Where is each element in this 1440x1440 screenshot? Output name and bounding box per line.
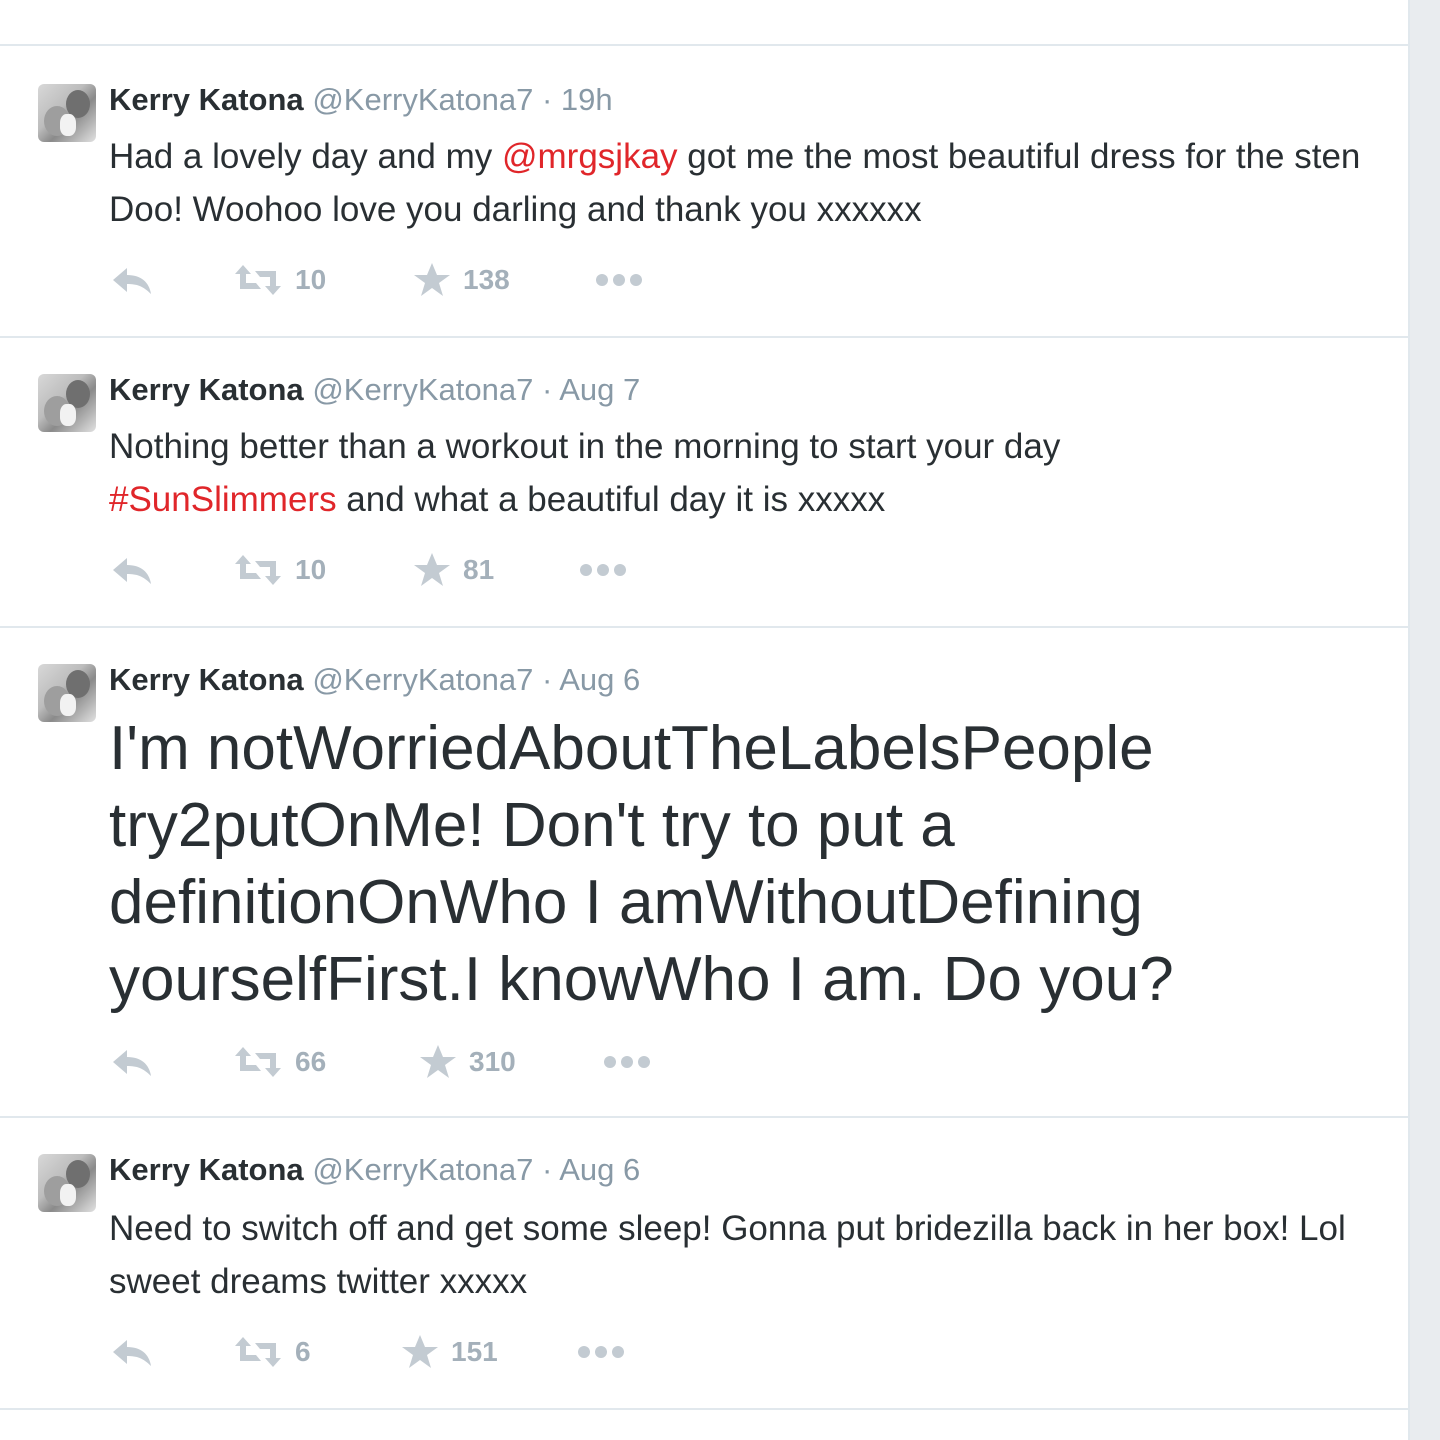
tweet-text: I'm notWorriedAboutTheLabelsPeople try2p… xyxy=(109,714,1174,1014)
tweet-header: Kerry Katona @KerryKatona7 · Aug 6 xyxy=(109,660,640,700)
retweet-count: 66 xyxy=(295,1046,327,1077)
reply-button[interactable] xyxy=(111,1332,153,1372)
tweet-actions: 66 310 xyxy=(109,1042,809,1082)
reply-arrow-icon xyxy=(113,1340,151,1366)
more-button[interactable] xyxy=(579,550,627,590)
timestamp[interactable]: 19h xyxy=(561,82,613,117)
avatar[interactable] xyxy=(38,84,96,142)
mention-link[interactable]: @mrgsjkay xyxy=(502,137,678,176)
tweet-text: Need to switch off and get some sleep! G… xyxy=(109,1209,1346,1301)
retweet-button[interactable]: 10 xyxy=(233,550,326,590)
favorite-count: 138 xyxy=(463,264,510,295)
more-dots-icon xyxy=(580,564,626,576)
retweet-button[interactable]: 6 xyxy=(233,1332,311,1372)
favorite-count: 81 xyxy=(463,554,495,585)
tweet-item[interactable]: Kerry Katona @KerryKatona7 · Aug 6 I'm n… xyxy=(0,628,1408,1118)
reply-arrow-icon xyxy=(113,1050,151,1076)
author-handle[interactable]: @KerryKatona7 xyxy=(312,1152,533,1187)
star-icon xyxy=(402,1335,438,1368)
avatar[interactable] xyxy=(38,1154,96,1212)
reply-button[interactable] xyxy=(111,550,153,590)
tweet-text: Nothing better than a workout in the mor… xyxy=(109,420,1379,526)
retweet-count: 6 xyxy=(295,1336,311,1367)
author-name[interactable]: Kerry Katona xyxy=(109,372,304,407)
hashtag-link[interactable]: #SunSlimmers xyxy=(109,480,337,519)
tweet-text: Had a lovely day and my @mrgsjkay got me… xyxy=(109,130,1379,236)
favorite-button[interactable]: 138 xyxy=(413,260,510,300)
more-dots-icon xyxy=(596,274,642,286)
favorite-button[interactable]: 81 xyxy=(413,550,494,590)
retweet-button[interactable]: 10 xyxy=(233,260,326,300)
tweet-timeline: Kerry Katona @KerryKatona7 · 19h Had a l… xyxy=(0,0,1410,1440)
author-handle[interactable]: @KerryKatona7 xyxy=(312,662,533,697)
star-icon xyxy=(414,263,450,296)
reply-arrow-icon xyxy=(113,268,151,294)
tweet-text-part: Nothing better than a workout in the mor… xyxy=(109,427,1061,466)
separator: · xyxy=(541,82,553,117)
tweet-actions: 6 151 xyxy=(109,1332,809,1372)
favorite-button[interactable]: 151 xyxy=(401,1332,498,1372)
retweet-icon xyxy=(235,1337,281,1367)
tweet-item[interactable]: Kerry Katona @KerryKatona7 · Aug 6 Need … xyxy=(0,1118,1408,1410)
favorite-button[interactable]: 310 xyxy=(419,1042,516,1082)
avatar[interactable] xyxy=(38,374,96,432)
timestamp[interactable]: Aug 6 xyxy=(559,1152,640,1187)
author-name[interactable]: Kerry Katona xyxy=(109,662,304,697)
more-button[interactable] xyxy=(603,1042,651,1082)
author-handle[interactable]: @KerryKatona7 xyxy=(312,82,533,117)
author-name[interactable]: Kerry Katona xyxy=(109,1152,304,1187)
tweet-text-part: Had a lovely day and my xyxy=(109,137,502,176)
retweet-icon xyxy=(235,1047,281,1077)
tweet-header: Kerry Katona @KerryKatona7 · Aug 7 xyxy=(109,370,640,410)
reply-button[interactable] xyxy=(111,1042,153,1082)
separator: · xyxy=(541,372,553,407)
tweet-actions: 10 81 xyxy=(109,550,809,590)
separator: · xyxy=(541,662,553,697)
retweet-count: 10 xyxy=(295,264,327,295)
tweet-item[interactable]: Kerry Katona @KerryKatona7 · Aug 7 Nothi… xyxy=(0,338,1408,628)
avatar[interactable] xyxy=(38,664,96,722)
more-button[interactable] xyxy=(577,1332,625,1372)
author-name[interactable]: Kerry Katona xyxy=(109,82,304,117)
reply-arrow-icon xyxy=(113,558,151,584)
more-dots-icon xyxy=(604,1056,650,1068)
tweet-header: Kerry Katona @KerryKatona7 · Aug 6 xyxy=(109,1150,640,1190)
retweet-button[interactable]: 66 xyxy=(233,1042,326,1082)
timestamp[interactable]: Aug 7 xyxy=(559,372,640,407)
more-dots-icon xyxy=(578,1346,624,1358)
star-icon xyxy=(420,1045,456,1078)
tweet-text-part: and what a beautiful day it is xxxxx xyxy=(336,480,886,519)
favorite-count: 151 xyxy=(451,1336,498,1367)
author-handle[interactable]: @KerryKatona7 xyxy=(312,372,533,407)
tweet-item[interactable]: Kerry Katona @KerryKatona7 · 19h Had a l… xyxy=(0,46,1408,338)
separator: · xyxy=(541,1152,553,1187)
retweet-icon xyxy=(235,265,281,295)
tweet-actions: 10 138 xyxy=(109,260,809,300)
star-icon xyxy=(414,553,450,586)
timestamp[interactable]: Aug 6 xyxy=(559,662,640,697)
favorite-count: 310 xyxy=(469,1046,516,1077)
previous-tweet-cutoff xyxy=(0,0,1408,46)
more-button[interactable] xyxy=(595,260,643,300)
tweet-header: Kerry Katona @KerryKatona7 · 19h xyxy=(109,80,613,120)
reply-button[interactable] xyxy=(111,260,153,300)
retweet-icon xyxy=(235,555,281,585)
retweet-count: 10 xyxy=(295,554,327,585)
